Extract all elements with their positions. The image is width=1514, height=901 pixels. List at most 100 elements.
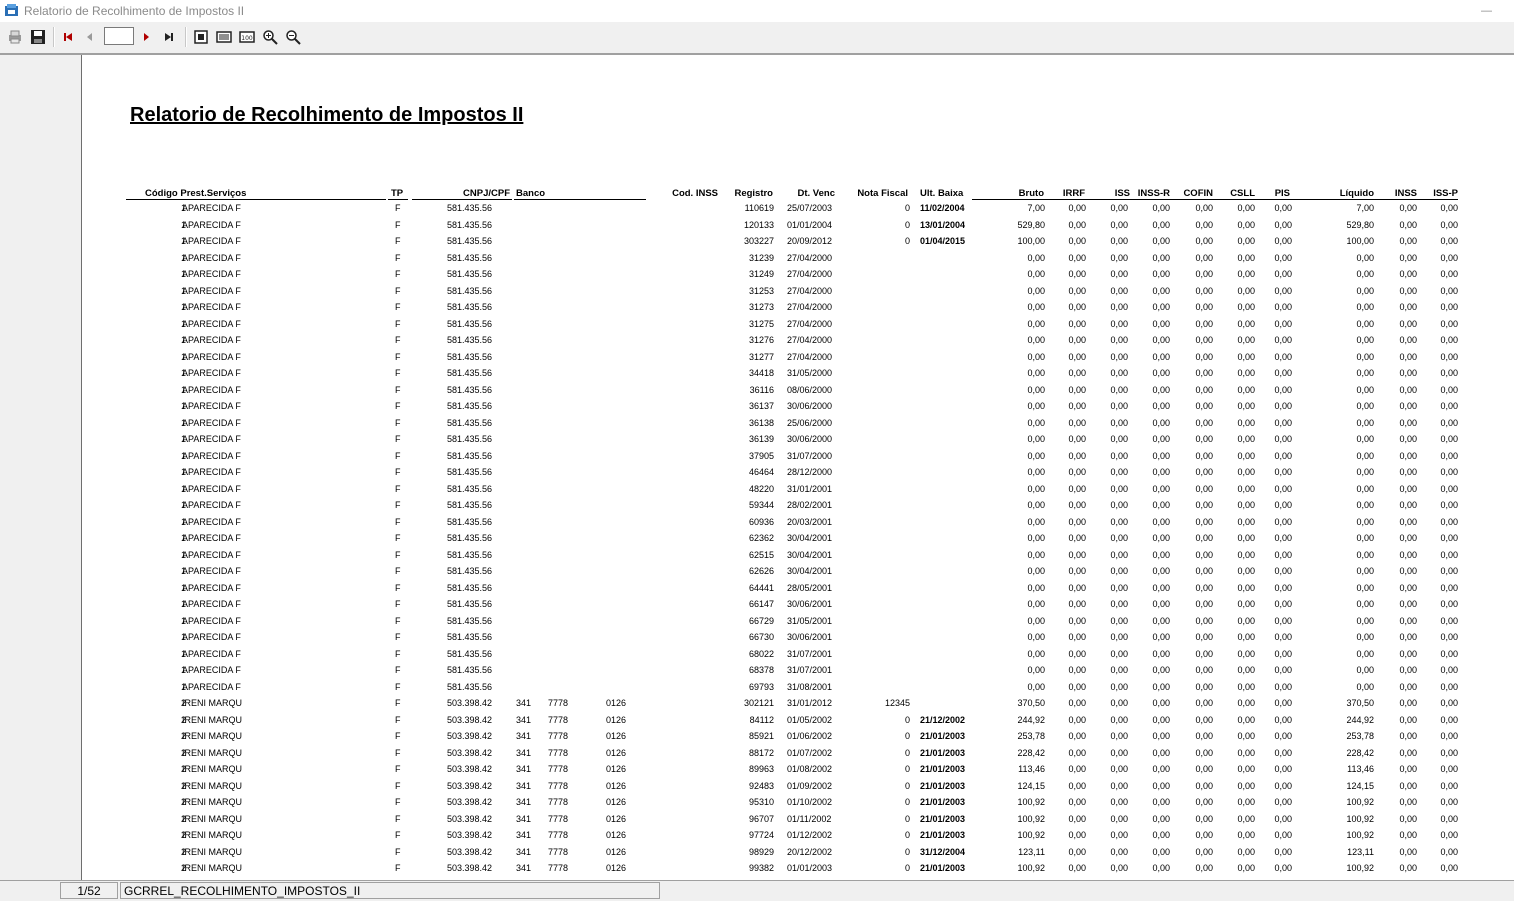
cell-iss-p: 0,00 bbox=[1440, 549, 1458, 560]
cell-inss-r: 0,00 bbox=[1152, 780, 1170, 791]
cell-iss: 0,00 bbox=[1110, 615, 1128, 626]
zoom-in-icon[interactable] bbox=[261, 28, 279, 46]
cell-pis: 0,00 bbox=[1274, 384, 1292, 395]
table-row: 2 IRENI MARQU F 503.398.42 341 7778 0126 85921 0… bbox=[82, 729, 1514, 746]
cell-irrf: 0,00 bbox=[1068, 764, 1086, 774]
cell-dt-venc: 27/04/2000 bbox=[787, 351, 833, 362]
cell-inss: 0,00 bbox=[1399, 566, 1417, 576]
cell-inss-r: 0,00 bbox=[1152, 615, 1170, 626]
cell-tp: F bbox=[395, 302, 401, 312]
cell-cofin: 0,00 bbox=[1195, 450, 1213, 461]
whole-page-icon[interactable] bbox=[192, 28, 210, 46]
cell-iss-p: 0,00 bbox=[1440, 269, 1458, 279]
cell-irrf: 0,00 bbox=[1068, 797, 1086, 807]
cell-bruto: 0,00 bbox=[1027, 335, 1045, 345]
cell-irrf: 0,00 bbox=[1068, 665, 1086, 675]
cell-cnpj: 581.435.56 bbox=[446, 648, 492, 659]
cell-conta: 0126 bbox=[606, 764, 627, 774]
cell-csll: 0,00 bbox=[1237, 698, 1255, 708]
cell-cnpj: 503.398.42 bbox=[446, 797, 492, 807]
cell-tp: F bbox=[395, 269, 401, 279]
header-tp: TP bbox=[391, 188, 404, 199]
cell-iss-p: 0,00 bbox=[1440, 582, 1458, 593]
cell-csll: 0,00 bbox=[1237, 566, 1255, 576]
cell-conta: 0126 bbox=[606, 747, 627, 758]
cell-pis: 0,00 bbox=[1274, 731, 1292, 741]
cell-liquido: 0,00 bbox=[1356, 252, 1374, 263]
cell-registro: 68022 bbox=[748, 648, 774, 659]
cell-iss: 0,00 bbox=[1110, 813, 1128, 824]
table-row: 1 APARECIDA F F 581.435.56 303227 20/09/2012 0… bbox=[82, 234, 1514, 251]
cell-csll: 0,00 bbox=[1237, 582, 1255, 593]
cell-cofin: 0,00 bbox=[1195, 632, 1213, 642]
cell-inss: 0,00 bbox=[1399, 582, 1417, 593]
cell-nome: APARECIDA F bbox=[182, 236, 241, 246]
previous-page-icon[interactable] bbox=[81, 28, 99, 46]
status-bar: 1/52 GCRREL_RECOLHIMENTO_IMPOSTOS_II bbox=[0, 880, 1514, 901]
cell-inss: 0,00 bbox=[1399, 830, 1417, 840]
cell-registro: 110619 bbox=[744, 203, 774, 213]
cell-inss: 0,00 bbox=[1399, 599, 1417, 609]
cell-registro: 89963 bbox=[748, 764, 774, 774]
print-icon[interactable] bbox=[6, 28, 24, 46]
cell-cofin: 0,00 bbox=[1195, 731, 1213, 741]
save-icon[interactable] bbox=[29, 28, 47, 46]
zoom-100-icon[interactable]: 100 bbox=[238, 28, 256, 46]
table-row: 2 IRENI MARQU F 503.398.42 341 7778 0126 96707 0… bbox=[82, 812, 1514, 829]
cell-inss-r: 0,00 bbox=[1152, 813, 1170, 824]
cell-liquido: 0,00 bbox=[1356, 681, 1374, 692]
cell-irrf: 0,00 bbox=[1068, 615, 1086, 626]
header-dt-venc: Dt. Venc bbox=[797, 188, 836, 199]
cell-liquido: 7,00 bbox=[1356, 203, 1374, 213]
zoom-out-icon[interactable] bbox=[284, 28, 302, 46]
cell-inss-r: 0,00 bbox=[1152, 747, 1170, 758]
cell-dt-venc: 31/08/2001 bbox=[787, 681, 833, 692]
cell-bruto: 100,92 bbox=[1017, 797, 1045, 807]
first-page-icon[interactable] bbox=[59, 28, 77, 46]
cell-registro: 59344 bbox=[748, 500, 774, 510]
cell-dt-venc: 27/04/2000 bbox=[787, 318, 833, 329]
header-registro: Registro bbox=[734, 188, 773, 199]
page-width-icon[interactable] bbox=[215, 28, 233, 46]
cell-ult-baixa: 31/12/2004 bbox=[920, 846, 966, 857]
cell-iss: 0,00 bbox=[1110, 467, 1128, 477]
minimize-button[interactable]: — bbox=[1481, 5, 1492, 17]
page-number-input[interactable] bbox=[104, 27, 134, 45]
cell-inss: 0,00 bbox=[1399, 615, 1417, 626]
cell-inss: 0,00 bbox=[1399, 219, 1417, 230]
table-row: 1 APARECIDA F F 581.435.56 31249 27/04/2000 0,… bbox=[82, 267, 1514, 284]
last-page-icon[interactable] bbox=[160, 28, 178, 46]
cell-registro: 66147 bbox=[748, 599, 774, 609]
cell-nome: APARECIDA F bbox=[182, 632, 241, 642]
cell-dt-venc: 01/01/2004 bbox=[787, 219, 833, 230]
table-row: 2 IRENI MARQU F 503.398.42 341 7778 0126 98929 2… bbox=[82, 845, 1514, 862]
cell-registro: 92483 bbox=[748, 780, 774, 791]
cell-nome: APARECIDA F bbox=[182, 302, 241, 312]
cell-pis: 0,00 bbox=[1274, 467, 1292, 477]
report-title: Relatorio de Recolhimento de Impostos II bbox=[130, 104, 524, 126]
next-page-icon[interactable] bbox=[137, 28, 155, 46]
cell-bruto: 0,00 bbox=[1027, 615, 1045, 626]
cell-iss: 0,00 bbox=[1110, 516, 1128, 527]
table-row: 1 APARECIDA F F 581.435.56 31275 27/04/2000 0,… bbox=[82, 317, 1514, 334]
cell-dt-venc: 20/03/2001 bbox=[787, 516, 833, 527]
cell-inss: 0,00 bbox=[1399, 384, 1417, 395]
header-cofin: COFIN bbox=[1183, 188, 1213, 199]
cell-inss-r: 0,00 bbox=[1152, 450, 1170, 461]
cell-bruto: 0,00 bbox=[1027, 401, 1045, 411]
cell-nome: APARECIDA F bbox=[182, 500, 241, 510]
cell-ult-baixa: 21/01/2003 bbox=[920, 731, 966, 741]
cell-cnpj: 581.435.56 bbox=[446, 681, 492, 692]
cell-nome: APARECIDA F bbox=[182, 219, 241, 230]
cell-inss-r: 0,00 bbox=[1152, 714, 1170, 725]
cell-tp: F bbox=[395, 615, 401, 626]
header-cnpj: CNPJ/CPF bbox=[463, 188, 510, 199]
cell-registro: 303227 bbox=[743, 236, 774, 246]
cell-dt-venc: 30/04/2001 bbox=[787, 533, 833, 543]
report-page: Relatorio de Recolhimento de Impostos II… bbox=[82, 55, 1514, 880]
cell-banco: 341 bbox=[516, 830, 532, 840]
cell-ult-baixa: 11/02/2004 bbox=[920, 203, 965, 213]
cell-banco: 341 bbox=[516, 714, 532, 725]
cell-csll: 0,00 bbox=[1237, 384, 1255, 395]
cell-pis: 0,00 bbox=[1274, 665, 1292, 675]
